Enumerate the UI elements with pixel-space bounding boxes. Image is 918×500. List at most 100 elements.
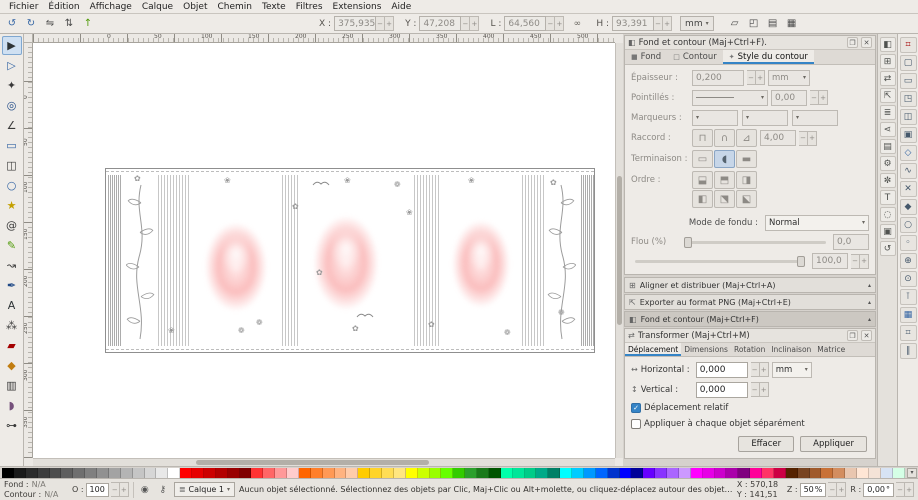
palette-swatch[interactable] <box>821 468 833 478</box>
menu-extensions[interactable]: Extensions <box>328 1 387 13</box>
palette-swatch[interactable] <box>596 468 608 478</box>
increment-icon[interactable]: + <box>837 482 846 497</box>
panel-close-icon[interactable]: ✕ <box>861 37 872 48</box>
palette-swatch[interactable] <box>477 468 489 478</box>
palette-swatch[interactable] <box>513 468 525 478</box>
increment-icon[interactable]: + <box>905 482 914 497</box>
increment-icon[interactable]: + <box>760 362 769 377</box>
tab-rotation[interactable]: Rotation <box>731 343 768 356</box>
increment-icon[interactable]: + <box>808 131 817 146</box>
menu-objet[interactable]: Objet <box>178 1 212 13</box>
palette-swatch[interactable] <box>406 468 418 478</box>
palette-swatch[interactable] <box>845 468 857 478</box>
snap-midpoints-icon[interactable]: ◦ <box>900 235 917 251</box>
palette-swatch[interactable] <box>311 468 323 478</box>
vertical-scrollbar[interactable] <box>615 43 623 458</box>
increment-icon[interactable]: + <box>470 16 479 31</box>
palette-swatch[interactable] <box>465 468 477 478</box>
palette-swatch[interactable] <box>560 468 572 478</box>
bucket-tool-icon[interactable]: ◆ <box>2 356 22 375</box>
blur-input[interactable]: 0,0 <box>833 234 869 250</box>
palette-swatch[interactable] <box>168 468 180 478</box>
palette-swatch[interactable] <box>667 468 679 478</box>
affect-stroke-width-icon[interactable]: ▱ <box>726 16 744 32</box>
increment-icon[interactable]: + <box>555 16 564 31</box>
raise-to-top-icon[interactable]: ↑ <box>79 16 97 32</box>
palette-swatch[interactable] <box>833 468 845 478</box>
palette-swatch[interactable] <box>810 468 822 478</box>
panel-restore-icon[interactable]: ❐ <box>847 37 858 48</box>
palette-swatch[interactable] <box>715 468 727 478</box>
bezier-tool-icon[interactable]: ↝ <box>2 256 22 275</box>
blur-slider-knob[interactable] <box>684 237 692 248</box>
vertical-input[interactable]: 0,000 <box>696 382 748 398</box>
snap-text-baselines-icon[interactable]: ⊺ <box>900 289 917 305</box>
dialog-document-properties-icon[interactable]: ▤ <box>880 139 896 154</box>
palette-swatch[interactable] <box>525 468 537 478</box>
tab-fond[interactable]: ■Fond <box>625 50 667 64</box>
tab-contour[interactable]: □Contour <box>667 50 723 64</box>
join-round-icon[interactable]: ∩ <box>714 129 735 147</box>
snap-rotation-centers-icon[interactable]: ⊙ <box>900 271 917 287</box>
decrement-icon[interactable]: − <box>111 482 120 497</box>
horizontal-scrollbar[interactable] <box>33 458 615 466</box>
affect-patterns-icon[interactable]: ▦ <box>783 16 801 32</box>
decrement-icon[interactable]: − <box>654 16 663 31</box>
join-bevel-icon[interactable]: ⊿ <box>736 129 757 147</box>
rotate-ccw-icon[interactable]: ↺ <box>3 16 21 32</box>
palette-swatch[interactable] <box>216 468 228 478</box>
palette-swatch[interactable] <box>335 468 347 478</box>
snap-paths-icon[interactable]: ∿ <box>900 163 917 179</box>
dialog-fill-stroke-icon[interactable]: ◧ <box>880 37 896 52</box>
opacity-input[interactable]: 100,0 <box>812 253 848 269</box>
tab-inclinaison[interactable]: Inclinaison <box>768 343 814 356</box>
palette-swatch[interactable] <box>620 468 632 478</box>
spray-tool-icon[interactable]: ⁂ <box>2 316 22 335</box>
paint-order-6-icon[interactable]: ⬕ <box>736 190 757 208</box>
palette-swatch[interactable] <box>156 468 168 478</box>
dialog-object-properties-icon[interactable]: ▣ <box>880 224 896 239</box>
tab-matrice[interactable]: Matrice <box>814 343 848 356</box>
palette-swatch[interactable] <box>881 468 893 478</box>
palette-swatch[interactable] <box>893 468 905 478</box>
palette-swatch[interactable] <box>61 468 73 478</box>
paint-order-4-icon[interactable]: ◧ <box>692 190 713 208</box>
opacity-field[interactable]: 100 <box>86 483 109 497</box>
decrement-icon[interactable]: − <box>546 16 555 31</box>
palette-swatch[interactable] <box>370 468 382 478</box>
palette-swatch[interactable] <box>430 468 442 478</box>
layer-selector[interactable]: ≣ Calque 1 ▾ <box>174 482 235 497</box>
move-unit-dropdown[interactable]: mm▾ <box>772 362 812 378</box>
selector-tool-icon[interactable]: ▶ <box>2 36 22 55</box>
eraser-tool-icon[interactable]: ▰ <box>2 336 22 355</box>
measure-tool-icon[interactable]: ∠ <box>2 116 22 135</box>
palette-swatch[interactable] <box>786 468 798 478</box>
tab-style-du-contour[interactable]: ✦Style du contour <box>723 50 814 64</box>
palette-swatch[interactable] <box>180 468 192 478</box>
increment-icon[interactable]: + <box>760 382 769 397</box>
palette-swatch[interactable] <box>489 468 501 478</box>
palette-swatch[interactable] <box>869 468 881 478</box>
snap-object-centers-icon[interactable]: ⊕ <box>900 253 917 269</box>
menu-texte[interactable]: Texte <box>257 1 291 13</box>
vertical-ruler[interactable]: 050100150200250300350 <box>24 43 33 458</box>
snap-bbox-edge-midpoints-icon[interactable]: ◫ <box>900 109 917 125</box>
palette-swatch[interactable] <box>323 468 335 478</box>
increment-icon[interactable]: + <box>860 254 869 269</box>
dialog-text-icon[interactable]: T <box>880 190 896 205</box>
marker-start-dropdown[interactable]: ▾ <box>692 110 738 126</box>
lock-ratio-icon[interactable]: ∞ <box>569 16 585 31</box>
cap-round-icon[interactable]: ◖ <box>714 150 735 168</box>
box3d-tool-icon[interactable]: ◫ <box>2 156 22 175</box>
cap-butt-icon[interactable]: ▭ <box>692 150 713 168</box>
palette-swatch[interactable] <box>38 468 50 478</box>
paint-order-2-icon[interactable]: ⬒ <box>714 171 735 189</box>
decrement-icon[interactable]: − <box>461 16 470 31</box>
palette-swatch[interactable] <box>679 468 691 478</box>
decrement-icon[interactable]: − <box>896 482 905 497</box>
palette-swatch[interactable] <box>501 468 513 478</box>
dash-offset-input[interactable]: 0,00 <box>771 90 807 106</box>
paint-order-1-icon[interactable]: ⬓ <box>692 171 713 189</box>
palette-swatch[interactable] <box>204 468 216 478</box>
opacity-slider[interactable] <box>635 260 805 263</box>
